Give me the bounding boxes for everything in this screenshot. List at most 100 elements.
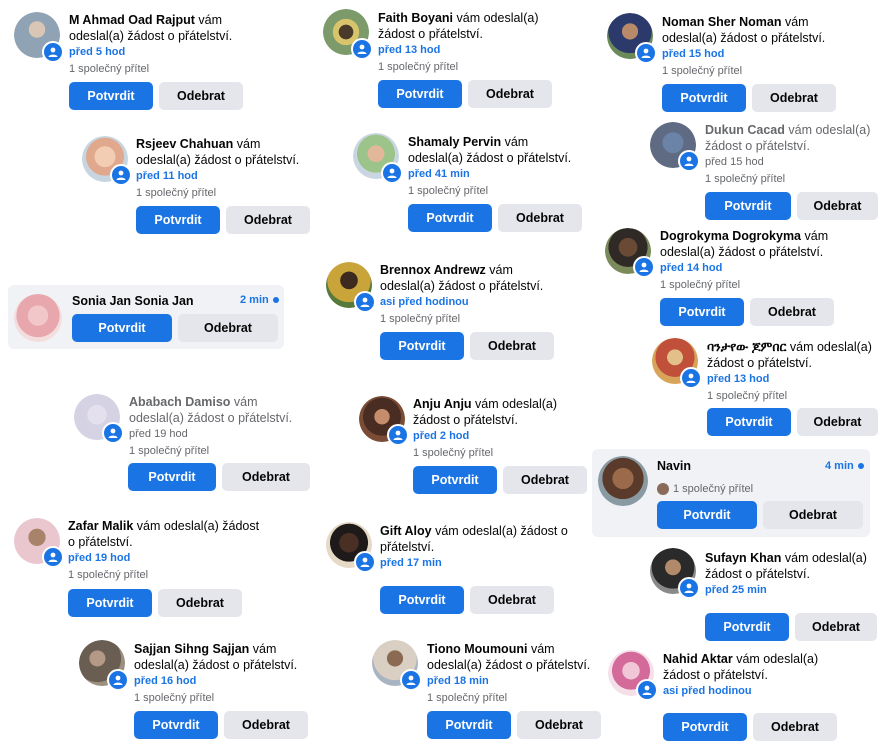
friend-request-badge-icon xyxy=(635,42,657,64)
remove-button[interactable]: Odebrat xyxy=(750,298,834,326)
remove-button[interactable]: Odebrat xyxy=(158,589,242,617)
remove-button[interactable]: Odebrat xyxy=(159,82,243,110)
sender-name[interactable]: Shamaly Pervin xyxy=(408,135,501,149)
request-time[interactable]: před 41 min xyxy=(408,167,583,182)
confirm-button[interactable]: Potvrdit xyxy=(657,501,757,529)
sender-name[interactable]: Zafar Malik xyxy=(68,519,133,533)
confirm-button[interactable]: Potvrdit xyxy=(427,711,511,739)
remove-button[interactable]: Odebrat xyxy=(498,204,582,232)
confirm-button[interactable]: Potvrdit xyxy=(69,82,153,110)
confirm-button[interactable]: Potvrdit xyxy=(134,711,218,739)
remove-button[interactable]: Odebrat xyxy=(468,80,552,108)
remove-button[interactable]: Odebrat xyxy=(795,613,877,641)
sender-name[interactable]: Tiono Moumouni xyxy=(427,642,527,656)
confirm-button[interactable]: Potvrdit xyxy=(380,586,464,614)
confirm-button[interactable]: Potvrdit xyxy=(705,192,791,220)
avatar[interactable] xyxy=(14,294,62,342)
confirm-button[interactable]: Potvrdit xyxy=(705,613,789,641)
sender-name[interactable]: Dukun Cacad xyxy=(705,123,785,137)
sender-name[interactable]: ባንታየው ጆምበር xyxy=(707,340,786,354)
sender-name[interactable]: Sajjan Sihng Sajjan xyxy=(134,642,249,656)
friend-request-card[interactable]: Sonia Jan Sonia Jan 2 min Potvrdit Odebr… xyxy=(8,285,284,349)
sender-name[interactable]: Rsjeev Chahuan xyxy=(136,137,233,151)
request-time[interactable]: před 5 hod xyxy=(69,45,259,60)
request-time: 4 min xyxy=(825,460,864,472)
mutual-friends[interactable]: 1 společný přítel xyxy=(657,482,753,497)
request-time[interactable]: před 16 hod xyxy=(134,674,314,689)
request-time[interactable]: před 19 hod xyxy=(68,551,268,566)
mutual-friends[interactable]: 1 společný přítel xyxy=(413,446,593,461)
mutual-friends[interactable]: 1 společný přítel xyxy=(129,444,309,459)
sender-name[interactable]: Ababach Damiso xyxy=(129,395,230,409)
request-time[interactable]: asi před hodinou xyxy=(380,295,570,310)
request-time[interactable]: před 11 hod xyxy=(136,169,316,184)
confirm-button[interactable]: Potvrdit xyxy=(380,332,464,360)
request-text: Shamaly Pervin vám odeslal(a) žádost o p… xyxy=(408,134,583,199)
friend-request-badge-icon xyxy=(42,546,64,568)
confirm-button[interactable]: Potvrdit xyxy=(136,206,220,234)
confirm-button[interactable]: Potvrdit xyxy=(68,589,152,617)
confirm-button[interactable]: Potvrdit xyxy=(378,80,462,108)
sender-name[interactable]: M Ahmad Oad Rajput xyxy=(69,13,195,27)
remove-button[interactable]: Odebrat xyxy=(763,501,863,529)
remove-button[interactable]: Odebrat xyxy=(224,711,308,739)
request-text: Anju Anju vám odeslal(a) žádost o přátel… xyxy=(413,396,593,461)
request-time[interactable]: před 19 hod xyxy=(129,427,309,442)
request-time[interactable]: před 25 min xyxy=(705,583,877,598)
request-text: Dogrokyma Dogrokyma vám odeslal(a) žádos… xyxy=(660,228,835,293)
mutual-friends[interactable]: 1 společný přítel xyxy=(662,64,852,79)
request-time[interactable]: před 2 hod xyxy=(413,429,593,444)
request-time[interactable]: před 14 hod xyxy=(660,261,835,276)
mutual-friends[interactable]: 1 společný přítel xyxy=(427,691,609,706)
sender-name[interactable]: Sufayn Khan xyxy=(705,551,781,565)
sender-name[interactable]: Gift Aloy xyxy=(380,524,432,538)
remove-button[interactable]: Odebrat xyxy=(178,314,278,342)
avatar[interactable] xyxy=(598,456,648,506)
mutual-friends[interactable]: 1 společný přítel xyxy=(707,389,877,404)
confirm-button[interactable]: Potvrdit xyxy=(408,204,492,232)
confirm-button[interactable]: Potvrdit xyxy=(660,298,744,326)
sender-name[interactable]: Navin xyxy=(657,458,691,474)
mutual-friends[interactable]: 1 společný přítel xyxy=(134,691,314,706)
request-time[interactable]: před 18 min xyxy=(427,674,609,689)
remove-button[interactable]: Odebrat xyxy=(470,586,554,614)
remove-button[interactable]: Odebrat xyxy=(470,332,554,360)
sender-name[interactable]: Noman Sher Noman xyxy=(662,15,781,29)
sender-name[interactable]: Brennox Andrewz xyxy=(380,263,486,277)
remove-button[interactable]: Odebrat xyxy=(503,466,587,494)
mutual-friends[interactable]: 1 společný přítel xyxy=(705,172,875,187)
mutual-friends[interactable]: 1 společný přítel xyxy=(68,568,268,583)
request-time[interactable]: před 15 hod xyxy=(662,47,852,62)
remove-button[interactable]: Odebrat xyxy=(753,713,837,741)
remove-button[interactable]: Odebrat xyxy=(222,463,310,491)
mutual-friends[interactable]: 1 společný přítel xyxy=(660,278,835,293)
mutual-friends[interactable]: 1 společný přítel xyxy=(378,60,553,75)
request-time[interactable]: před 17 min xyxy=(380,556,570,571)
sender-name[interactable]: Sonia Jan Sonia Jan xyxy=(72,293,194,309)
request-time[interactable]: asi před hodinou xyxy=(663,684,838,699)
mutual-friends[interactable]: 1 společný přítel xyxy=(380,312,570,327)
sender-name[interactable]: Anju Anju xyxy=(413,397,472,411)
friend-request-card[interactable]: Navin 4 min 1 společný přítel Potvrdit O… xyxy=(592,449,870,537)
request-time[interactable]: před 15 hod xyxy=(705,155,875,170)
remove-button[interactable]: Odebrat xyxy=(517,711,601,739)
remove-button[interactable]: Odebrat xyxy=(797,192,878,220)
request-time[interactable]: před 13 hod xyxy=(707,372,877,387)
sender-name[interactable]: Nahid Aktar xyxy=(663,652,733,666)
friend-request-card: Anju Anju vám odeslal(a) žádost o přátel… xyxy=(346,388,596,498)
confirm-button[interactable]: Potvrdit xyxy=(72,314,172,342)
confirm-button[interactable]: Potvrdit xyxy=(707,408,791,436)
sender-name[interactable]: Dogrokyma Dogrokyma xyxy=(660,229,801,243)
confirm-button[interactable]: Potvrdit xyxy=(662,84,746,112)
confirm-button[interactable]: Potvrdit xyxy=(413,466,497,494)
sender-name[interactable]: Faith Boyani xyxy=(378,11,453,25)
remove-button[interactable]: Odebrat xyxy=(752,84,836,112)
request-time[interactable]: před 13 hod xyxy=(378,43,553,58)
mutual-friends[interactable]: 1 společný přítel xyxy=(69,62,259,77)
remove-button[interactable]: Odebrat xyxy=(797,408,878,436)
confirm-button[interactable]: Potvrdit xyxy=(663,713,747,741)
confirm-button[interactable]: Potvrdit xyxy=(128,463,216,491)
remove-button[interactable]: Odebrat xyxy=(226,206,310,234)
mutual-friends[interactable]: 1 společný přítel xyxy=(136,186,316,201)
mutual-friends[interactable]: 1 společný přítel xyxy=(408,184,583,199)
